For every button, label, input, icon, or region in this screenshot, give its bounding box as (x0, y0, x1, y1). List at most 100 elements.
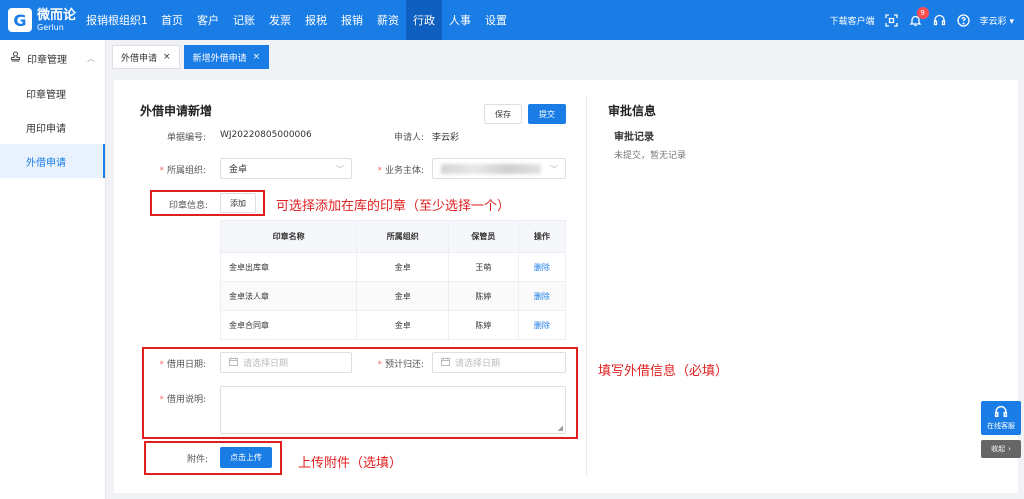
stamp-icon (10, 51, 21, 65)
chevron-down-icon: ▾ (1009, 16, 1014, 27)
column-divider (586, 96, 587, 476)
sidebar-item[interactable]: 印章管理 (0, 76, 105, 110)
chevron-right-icon: › (1008, 445, 1011, 453)
logo-icon: G (8, 8, 32, 32)
org-name[interactable]: 报销根组织1 (86, 12, 148, 28)
nav-item[interactable]: 发票 (262, 0, 298, 40)
borrow-date-placeholder: 请选择日期 (243, 359, 289, 369)
seal-info-label: 印章信息: (168, 201, 208, 211)
page-title: 外借申请新增 (140, 104, 213, 118)
nav-item[interactable]: 客户 (190, 0, 226, 40)
nav-item[interactable]: 薪资 (370, 0, 406, 40)
sidebar-item[interactable]: 用印申请 (0, 110, 105, 144)
top-navbar: G 微而论 Gerlun 报销根组织1 首页 客户 记账 发票 报税 报销 薪资 行政 人事 设置… (0, 0, 1024, 40)
headset-icon[interactable] (932, 13, 947, 28)
table-cell: 陈婷 (448, 310, 519, 340)
main-panel: 外借申请新增 保存 提交 单据编号: WJ20220805000006 申请人:… (114, 80, 1018, 493)
doc-no-value: WJ20220805000006 (220, 130, 312, 140)
upload-button[interactable]: 点击上传 (220, 447, 272, 468)
org-select[interactable]: 金卓 ﹀ (220, 158, 352, 179)
scan-icon[interactable] (884, 13, 899, 28)
user-name: 李云彩 (979, 16, 1007, 27)
download-client-link[interactable]: 下载客户端 (830, 14, 875, 27)
attachment-label: 附件: (186, 455, 208, 465)
logo-en-name: Gerlun (37, 22, 64, 32)
table-cell: 金卓 (356, 252, 450, 282)
approval-empty-text: 未提交，暂无记录 (614, 151, 687, 161)
user-menu[interactable]: 李云彩 ▾ (980, 14, 1014, 27)
org-select-value: 金卓 (229, 165, 248, 175)
main-nav: 首页 客户 记账 发票 报税 报销 薪资 行政 人事 设置 (154, 0, 514, 40)
tab-label: 新增外借申请 (192, 53, 247, 64)
borrow-date-input[interactable]: 请选择日期 (220, 352, 352, 373)
table-header: 印章名称 (219, 220, 358, 253)
applicant-label: 申请人: (393, 133, 424, 143)
chevron-down-icon: ﹀ (336, 165, 344, 174)
tab[interactable]: 外借申请 × (112, 45, 180, 69)
table-cell: 金卓合同章 (219, 310, 358, 340)
nav-item[interactable]: 人事 (442, 0, 478, 40)
attachment-annotation: 上传附件（选填） (298, 456, 403, 471)
delete-link[interactable]: 删除 (534, 292, 550, 301)
table-cell: 金卓出库章 (219, 252, 358, 282)
approval-records-title: 审批记录 (614, 132, 654, 143)
doc-no-label: 单据编号: (166, 133, 206, 143)
nav-item[interactable]: 报税 (298, 0, 334, 40)
delete-link[interactable]: 删除 (534, 321, 550, 330)
seal-table: 印章名称 所属组织 保管员 操作 金卓出库章 金卓 王萌 删除 金卓法人章 金卓 陈婷 删除 金卓合同… (219, 220, 567, 340)
table-row: 金卓合同章 金卓 陈婷 删除 (219, 310, 567, 340)
add-seal-button[interactable]: 添加 (220, 193, 256, 213)
borrow-annotation: 填写外借信息（必填） (598, 364, 729, 379)
save-button[interactable]: 保存 (484, 104, 522, 124)
table-cell: 删除 (517, 310, 567, 340)
table-row: 金卓出库章 金卓 王萌 删除 (219, 252, 567, 282)
headset-icon (994, 405, 1008, 421)
help-icon[interactable] (956, 13, 971, 28)
approval-title: 审批信息 (608, 104, 657, 118)
tab-label: 外借申请 (121, 53, 158, 64)
collapse-button[interactable]: 收起 › (981, 440, 1021, 458)
table-cell: 删除 (517, 252, 567, 282)
table-row: 金卓法人章 金卓 陈婷 删除 (219, 281, 567, 311)
seal-annotation: 可选择添加在库的印章（至少选择一个） (276, 199, 511, 214)
close-icon[interactable]: × (163, 52, 171, 62)
sidebar-group-seal[interactable]: 印章管理 ︿ (0, 40, 105, 76)
entity-select[interactable]: ﹀ (432, 158, 566, 179)
online-service-button[interactable]: 在线客服 (981, 401, 1021, 435)
table-header: 操作 (517, 220, 567, 253)
nav-item[interactable]: 报销 (334, 0, 370, 40)
org-label: * 所属组织: (159, 166, 206, 176)
return-date-label: * 预计归还: (377, 360, 424, 370)
submit-button[interactable]: 提交 (528, 104, 566, 124)
table-cell: 删除 (517, 281, 567, 311)
nav-item[interactable]: 首页 (154, 0, 190, 40)
table-header: 所属组织 (356, 220, 450, 253)
resize-handle-icon[interactable]: ◢ (558, 424, 563, 432)
chevron-down-icon: ﹀ (550, 165, 558, 174)
logo[interactable]: G 微而论 Gerlun (0, 0, 86, 40)
entity-select-redacted (441, 163, 541, 174)
chevron-up-icon: ︿ (87, 53, 95, 63)
table-cell: 陈婷 (448, 281, 519, 311)
table-cell: 金卓法人章 (219, 281, 358, 311)
online-service-label: 在线客服 (987, 422, 1015, 430)
nav-item[interactable]: 设置 (478, 0, 514, 40)
sidebar: 印章管理 ︿ 印章管理 用印申请 外借申请 (0, 40, 106, 499)
calendar-icon (441, 357, 450, 369)
form-column: 外借申请新增 保存 提交 单据编号: WJ20220805000006 申请人:… (114, 80, 728, 493)
tab-bar: 外借申请 × 新增外借申请 × (106, 40, 1024, 74)
return-date-input[interactable]: 请选择日期 (432, 352, 566, 373)
nav-item[interactable]: 行政 (406, 0, 442, 40)
nav-item[interactable]: 记账 (226, 0, 262, 40)
delete-link[interactable]: 删除 (534, 263, 550, 272)
logo-name: 微而论 (37, 7, 77, 23)
sidebar-item[interactable]: 外借申请 (0, 144, 105, 178)
table-cell: 金卓 (356, 310, 450, 340)
tab[interactable]: 新增外借申请 × (183, 45, 270, 69)
bell-icon[interactable]: 9 (908, 6, 929, 28)
close-icon[interactable]: × (253, 52, 261, 62)
borrow-date-label: * 借用日期: (159, 360, 206, 370)
table-cell: 王萌 (448, 252, 519, 282)
borrow-desc-textarea[interactable]: ◢ (220, 386, 566, 434)
return-date-placeholder: 请选择日期 (455, 359, 501, 369)
